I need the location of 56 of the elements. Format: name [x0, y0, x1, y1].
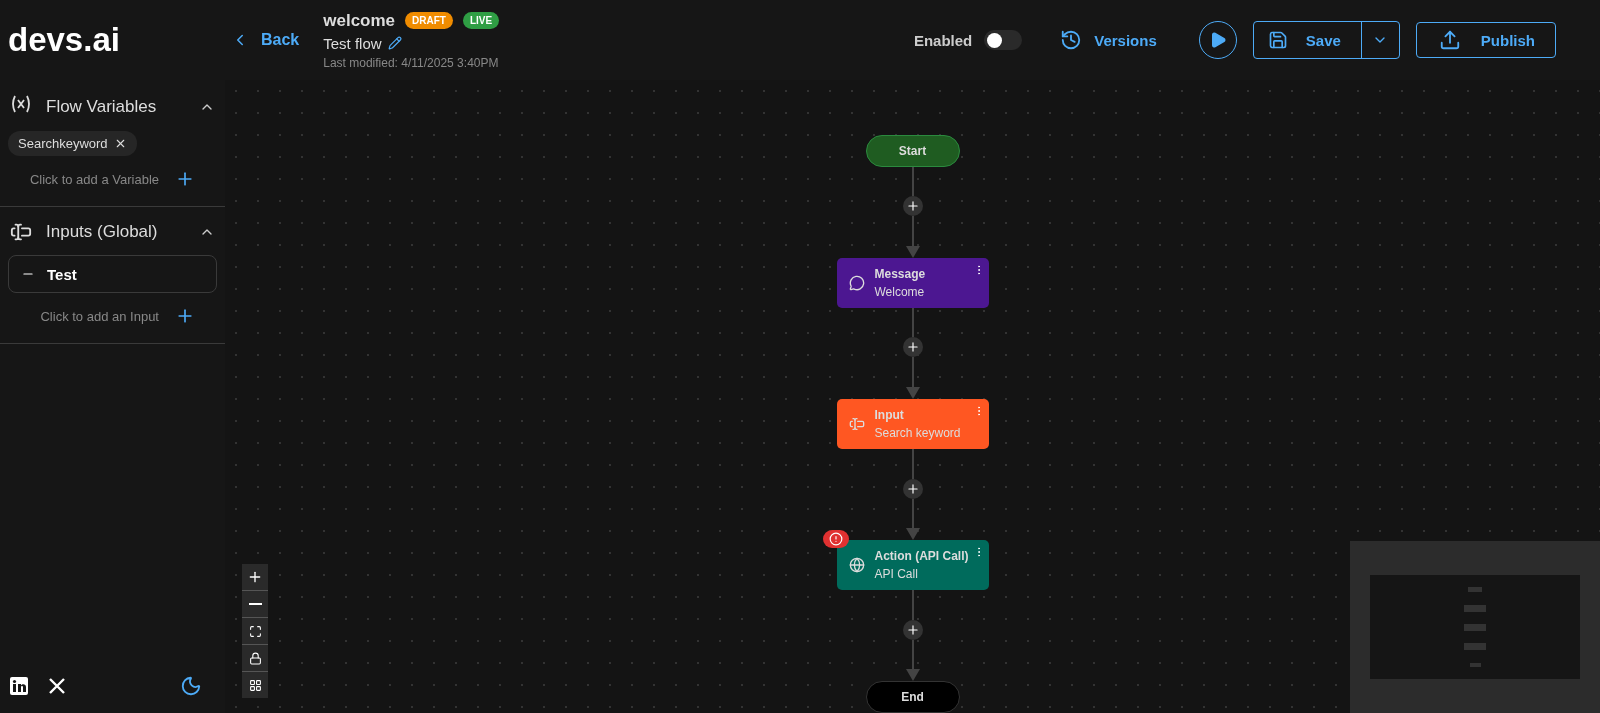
enabled-label: Enabled [913, 31, 973, 49]
lock-button[interactable] [242, 645, 268, 671]
terminal-node[interactable]: Start [865, 135, 960, 167]
text-cursor-icon [10, 221, 32, 243]
flow-title: Test flow [323, 34, 382, 52]
node-subtitle: Search keyword [874, 426, 962, 440]
lock-icon [248, 651, 262, 665]
add-step-button[interactable] [902, 619, 923, 640]
linkedin-icon[interactable] [10, 677, 28, 695]
zoom-out-button[interactable] [242, 591, 268, 617]
moon-icon[interactable] [180, 675, 202, 697]
fit-view-button[interactable] [242, 618, 268, 644]
history-icon [1060, 29, 1083, 51]
add-step-button[interactable] [902, 478, 923, 499]
enabled-toggle[interactable] [984, 30, 1023, 50]
status-badge: LIVE [462, 12, 500, 29]
variable-chip[interactable]: Searchkeyword [8, 131, 137, 156]
text-cursor-icon [848, 416, 865, 432]
add-step-button[interactable] [902, 196, 923, 217]
last-modified: Last modified: 4/11/2025 3:40PM [323, 55, 500, 70]
add-step-button[interactable] [902, 337, 923, 358]
plus-icon [905, 481, 920, 496]
brand-logo[interactable]: devs.ai [0, 21, 225, 59]
add-item-button[interactable]: Click to add an Input [34, 305, 217, 327]
section-title: Inputs (Global) [46, 222, 159, 242]
flow-name: welcome [323, 10, 396, 31]
globe-icon [848, 557, 865, 574]
node-title: Action (API Call) [874, 549, 970, 564]
frame-corners-icon [248, 624, 262, 638]
edit-icon[interactable] [387, 36, 402, 50]
step-node[interactable]: Action (API Call) API Call [836, 540, 989, 591]
add-item-button[interactable]: Click to add a Variable [23, 168, 217, 190]
publish-button[interactable]: Publish [1415, 22, 1556, 58]
back-button[interactable]: Back [225, 30, 306, 50]
zoom-in-button[interactable] [242, 564, 268, 590]
plus-icon [905, 199, 920, 214]
node-subtitle: Welcome [874, 284, 926, 299]
input-item[interactable]: Test [8, 255, 217, 293]
node-subtitle: API Call [874, 567, 919, 582]
section-title: Flow Variables [46, 96, 158, 117]
upload-icon [1438, 29, 1461, 51]
alert-icon [828, 532, 843, 547]
layout-button[interactable] [242, 672, 268, 698]
minus-icon [248, 603, 262, 605]
x-logo-icon[interactable] [48, 677, 66, 695]
plus-icon [905, 622, 920, 637]
speech-bubble-icon [848, 274, 865, 291]
node-title: Input [874, 408, 905, 422]
plus-icon [247, 569, 263, 585]
grid-icon [248, 678, 262, 692]
node-title: Message [874, 266, 927, 281]
status-badge: DRAFT [405, 12, 453, 29]
terminal-node[interactable]: End [865, 681, 960, 713]
plus-icon [905, 340, 920, 355]
step-node[interactable]: Message Welcome [836, 257, 989, 308]
versions-button[interactable]: Versions [1054, 28, 1163, 52]
